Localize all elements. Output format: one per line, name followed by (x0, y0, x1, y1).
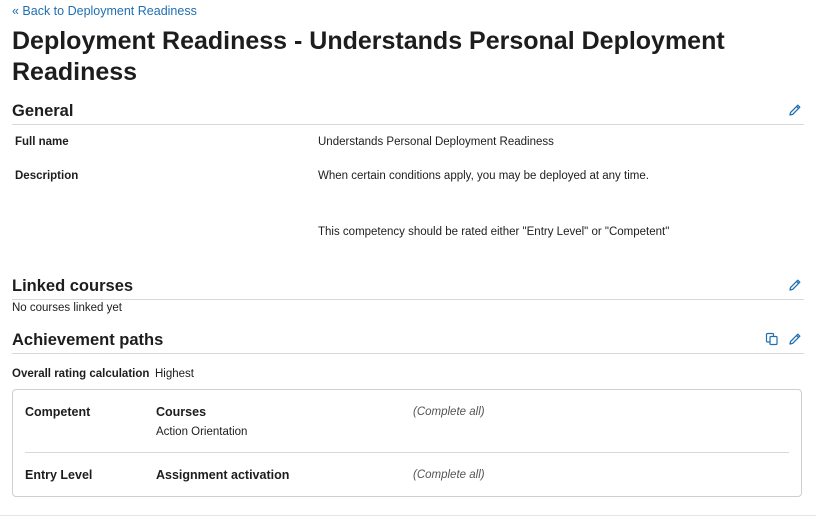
achievement-paths-section-header: Achievement paths (12, 329, 804, 354)
general-section-header: General (12, 100, 804, 125)
full-name-label: Full name (15, 136, 69, 148)
copy-icon (765, 332, 778, 346)
full-name-value: Understands Personal Deployment Readines… (318, 136, 554, 148)
no-courses-text: No courses linked yet (12, 302, 122, 314)
linked-courses-heading: Linked courses (12, 277, 134, 295)
path-course-item: Action Orientation (156, 426, 248, 438)
copy-achievement-paths-button[interactable] (765, 332, 779, 346)
pencil-icon (789, 333, 801, 345)
achievement-paths-box: Competent Courses (Complete all) Action … (12, 389, 802, 497)
edit-achievement-paths-button[interactable] (788, 332, 802, 346)
path-type: Assignment activation (156, 468, 290, 482)
pencil-icon (789, 279, 801, 291)
pencil-icon (789, 104, 801, 116)
description-text-line2: This competency should be rated either "… (318, 226, 670, 238)
overall-rating-label: Overall rating calculation (12, 368, 150, 380)
general-heading: General (12, 102, 74, 120)
path-note: (Complete all) (413, 406, 485, 418)
description-label: Description (15, 170, 79, 182)
footer-divider (0, 515, 816, 516)
page-title: Deployment Readiness - Understands Perso… (12, 27, 725, 86)
edit-general-button[interactable] (788, 103, 802, 117)
path-level: Entry Level (25, 468, 93, 482)
path-divider (25, 452, 789, 453)
achievement-paths-heading: Achievement paths (12, 331, 164, 349)
path-level: Competent (25, 405, 91, 419)
path-type: Courses (156, 405, 207, 419)
path-note: (Complete all) (413, 469, 485, 481)
overall-rating-value: Highest (155, 368, 194, 380)
linked-courses-section-header: Linked courses (12, 275, 804, 300)
back-link[interactable]: « Back to Deployment Readiness (12, 4, 197, 18)
edit-linked-courses-button[interactable] (788, 278, 802, 292)
description-text-line1: When certain conditions apply, you may b… (318, 170, 649, 182)
